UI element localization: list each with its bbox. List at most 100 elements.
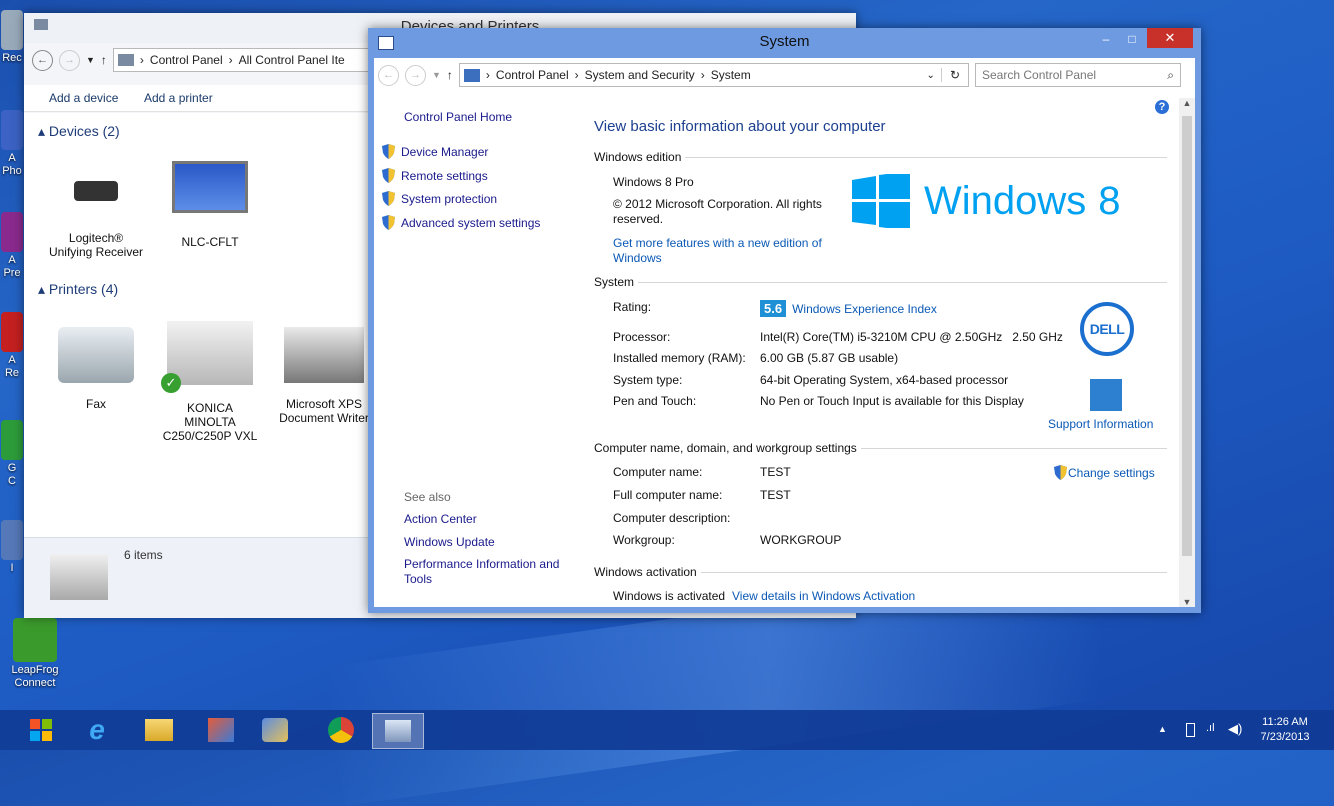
back-button[interactable]: ← xyxy=(378,64,399,86)
desktop-icon-label: I xyxy=(10,562,14,574)
spec-label: Processor: xyxy=(613,330,671,344)
desktop-app-icon xyxy=(13,618,57,662)
copier-icon: ✓ xyxy=(161,321,253,393)
spec-label: Pen and Touch: xyxy=(613,394,697,408)
close-button[interactable]: ✕ xyxy=(1147,28,1193,48)
add-device-button[interactable]: Add a device xyxy=(49,91,118,105)
section-activation: Windows activation xyxy=(594,565,1167,579)
network-icon[interactable]: .ıl xyxy=(1206,722,1215,734)
system-nav: ← → ▼ ↑ › Control Panel › System and Sec… xyxy=(378,62,1181,88)
windows-logo: Windows 8 xyxy=(852,174,1121,228)
help-icon[interactable]: ? xyxy=(1155,100,1169,114)
task-link[interactable]: Remote settings xyxy=(382,167,488,183)
search-input[interactable]: Search Control Panel ⌕ xyxy=(975,63,1181,87)
printer-konica[interactable]: ✓ KONICA MINOLTA C250/C250P VXL xyxy=(160,321,260,443)
desktop-icon[interactable]: LeapFrog Connect xyxy=(0,618,70,690)
address-dropdown-icon[interactable]: ⌄ xyxy=(927,70,935,81)
item-count: 6 items xyxy=(124,548,163,562)
task-link[interactable]: Advanced system settings xyxy=(382,214,540,230)
desktop-icon[interactable]: G C xyxy=(0,420,24,488)
system-address-bar[interactable]: › Control Panel › System and Security › … xyxy=(458,63,969,87)
printer-fax[interactable]: Fax xyxy=(46,327,146,411)
section-system: System xyxy=(594,275,1167,289)
edition-name: Windows 8 Pro xyxy=(613,175,694,189)
device-logitech[interactable]: Logitech® Unifying Receiver xyxy=(46,173,146,259)
control-panel-button[interactable] xyxy=(196,713,246,747)
spec-label: System type: xyxy=(613,373,683,387)
desktop-icon[interactable]: A Pho xyxy=(0,110,24,178)
desktop-icon[interactable]: Rec xyxy=(0,10,24,65)
battery-icon[interactable] xyxy=(1186,723,1195,737)
show-hidden-icons[interactable]: ▲ xyxy=(1158,724,1167,734)
system-title-bar[interactable]: System xyxy=(368,28,1201,58)
system-window[interactable]: System – □ ✕ ← → ▼ ↑ › Control Panel › S… xyxy=(368,28,1201,613)
desktop-icon[interactable]: I xyxy=(0,520,24,575)
breadcrumb-item[interactable]: Control Panel xyxy=(496,68,569,82)
task-link-label: Device Manager xyxy=(401,145,489,159)
devices-group-header[interactable]: ▴ Devices (2) xyxy=(38,123,120,140)
experience-index-link[interactable]: Windows Experience Index xyxy=(792,302,937,316)
device-label: NLC-CFLT xyxy=(181,235,239,249)
chevron-down-icon[interactable]: ▼ xyxy=(86,55,95,65)
chrome-button[interactable] xyxy=(316,713,366,747)
internet-explorer-button[interactable]: e xyxy=(72,713,122,747)
windows-flag-icon xyxy=(852,174,910,228)
breadcrumb-item[interactable]: System and Security xyxy=(585,68,695,82)
add-printer-button[interactable]: Add a printer xyxy=(144,91,213,105)
devices-printers-taskbar-button[interactable] xyxy=(372,713,424,749)
see-also-link[interactable]: Action Center xyxy=(404,512,569,527)
forward-button[interactable]: → xyxy=(59,49,80,71)
printers-group-header[interactable]: ▴ Printers (4) xyxy=(38,281,118,298)
scroll-down-arrow[interactable]: ▼ xyxy=(1179,597,1195,607)
control-panel-home-link[interactable]: Control Panel Home xyxy=(404,110,512,124)
clock-date: 7/23/2013 xyxy=(1260,731,1310,743)
back-button[interactable]: ← xyxy=(32,49,53,71)
volume-icon[interactable]: ◀) xyxy=(1228,721,1242,737)
device-laptop[interactable]: NLC-CFLT xyxy=(160,161,260,249)
search-icon: ⌕ xyxy=(1167,67,1174,82)
support-information-link[interactable]: Support Information xyxy=(1048,417,1153,431)
app-button[interactable] xyxy=(250,713,300,747)
system-left-pane: Control Panel Home Device Manager Remote … xyxy=(374,98,574,607)
computer-field-label: Workgroup: xyxy=(613,533,675,547)
clock[interactable]: 11:26 AM 7/23/2013 xyxy=(1256,715,1314,745)
activation-details-link[interactable]: View details in Windows Activation xyxy=(732,589,915,603)
shield-icon xyxy=(382,144,395,159)
breadcrumb-separator: › xyxy=(700,68,705,82)
forward-button[interactable]: → xyxy=(405,64,426,86)
minimize-button[interactable]: – xyxy=(1093,30,1119,50)
more-features-link[interactable]: Get more features with a new edition of … xyxy=(613,236,828,266)
printer-xps[interactable]: Microsoft XPS Document Writer xyxy=(274,327,374,425)
breadcrumb-separator: › xyxy=(574,68,579,82)
scroll-thumb[interactable] xyxy=(1182,116,1192,556)
shield-icon xyxy=(382,214,395,230)
maximize-button[interactable]: □ xyxy=(1119,30,1145,50)
breadcrumb-item[interactable]: All Control Panel Ite xyxy=(239,53,345,67)
breadcrumb-item[interactable]: Control Panel xyxy=(150,53,223,67)
breadcrumb-item[interactable]: System xyxy=(711,68,751,82)
refresh-icon[interactable]: ↻ xyxy=(940,68,968,82)
section-computer-name: Computer name, domain, and workgroup set… xyxy=(594,441,1167,455)
up-button[interactable]: ↑ xyxy=(101,53,107,67)
shield-icon xyxy=(382,167,395,183)
desktop-icon[interactable]: A Pre xyxy=(0,212,24,280)
app-icon xyxy=(262,718,288,742)
see-also-link[interactable]: Windows Update xyxy=(404,535,569,550)
scroll-up-arrow[interactable]: ▲ xyxy=(1179,98,1195,108)
experience-index-score[interactable]: 5.6 Windows Experience Index xyxy=(760,300,937,317)
default-check-icon: ✓ xyxy=(161,373,181,393)
task-link[interactable]: Device Manager xyxy=(382,144,488,159)
desktop-icon[interactable]: A Re xyxy=(0,312,24,380)
change-settings-link[interactable]: Change settings xyxy=(1054,465,1155,480)
spec-value: No Pen or Touch Input is available for t… xyxy=(760,394,1024,408)
vertical-scrollbar[interactable]: ▲ ▼ xyxy=(1179,98,1195,607)
see-also-link[interactable]: Performance Information and Tools xyxy=(404,557,569,587)
chrome-icon xyxy=(328,717,354,743)
task-link[interactable]: System protection xyxy=(382,191,497,206)
start-button[interactable] xyxy=(16,713,66,747)
spec-value: Intel(R) Core(TM) i5-3210M CPU @ 2.50GHz… xyxy=(760,330,1063,344)
up-button[interactable]: ↑ xyxy=(447,68,453,82)
spec-value: 6.00 GB (5.87 GB usable) xyxy=(760,351,899,365)
chevron-down-icon[interactable]: ▼ xyxy=(432,70,441,80)
file-explorer-button[interactable] xyxy=(134,713,184,747)
